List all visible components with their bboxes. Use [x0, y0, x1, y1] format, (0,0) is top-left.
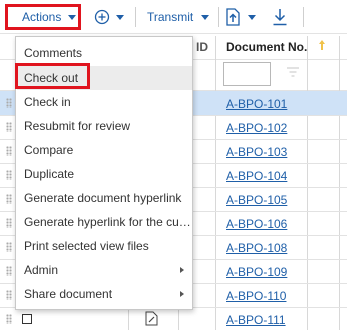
document-number-link[interactable]: A-BPO-104	[226, 169, 287, 183]
drag-handle-icon[interactable]	[6, 242, 12, 252]
transmit-button[interactable]: Transmit	[147, 6, 210, 28]
row-checkbox[interactable]	[22, 314, 32, 324]
document-edit-icon[interactable]	[145, 311, 158, 326]
menu-item-print-selected-view-files[interactable]: Print selected view files	[17, 234, 192, 258]
drag-handle-icon[interactable]	[6, 266, 12, 276]
menu-item-admin-label: Admin	[24, 263, 59, 277]
add-circle-icon	[94, 9, 110, 25]
chevron-right-icon	[180, 291, 184, 297]
column-header-document-no[interactable]: Document No.	[226, 40, 307, 54]
add-button[interactable]	[94, 6, 124, 28]
check-out-highlight-box	[15, 63, 90, 89]
chevron-right-icon	[180, 267, 184, 273]
chevron-down-icon	[116, 14, 124, 20]
download-icon	[273, 9, 287, 26]
toolbar-separator	[218, 7, 219, 27]
chevron-down-icon	[248, 14, 256, 20]
document-number-link[interactable]: A-BPO-111	[226, 313, 286, 327]
drag-handle-icon[interactable]	[6, 290, 12, 300]
upload-button[interactable]	[225, 6, 256, 28]
drag-handle-icon[interactable]	[6, 314, 12, 324]
toolbar-separator	[303, 7, 304, 27]
filter-icon[interactable]	[287, 67, 299, 77]
toolbar-separator	[135, 7, 136, 27]
column-divider	[215, 36, 216, 330]
menu-item-resubmit-for-review[interactable]: Resubmit for review	[17, 114, 192, 138]
drag-handle-icon[interactable]	[6, 98, 12, 108]
menu-item-generate-hyperlink-current[interactable]: Generate hyperlink for the current r...	[17, 210, 192, 234]
menu-item-share-document-label: Share document	[24, 287, 113, 301]
upload-document-icon	[226, 8, 240, 26]
drag-handle-icon[interactable]	[6, 122, 12, 132]
document-number-link[interactable]: A-BPO-106	[226, 217, 287, 231]
document-number-link[interactable]: A-BPO-109	[226, 265, 287, 279]
document-no-filter-input[interactable]	[223, 62, 271, 86]
column-divider	[339, 36, 340, 330]
chevron-down-icon	[201, 14, 210, 20]
drag-handle-icon[interactable]	[6, 218, 12, 228]
actions-highlight-box	[5, 4, 81, 30]
document-number-link[interactable]: A-BPO-103	[226, 145, 287, 159]
menu-item-compare[interactable]: Compare	[17, 138, 192, 162]
document-number-link[interactable]: A-BPO-110	[226, 289, 286, 303]
menu-item-generate-document-hyperlink[interactable]: Generate document hyperlink	[17, 186, 192, 210]
column-divider	[307, 36, 308, 330]
menu-item-share-document[interactable]: Share document	[17, 282, 192, 306]
menu-item-comments[interactable]: Comments	[17, 41, 192, 65]
download-button[interactable]	[272, 6, 288, 28]
transmit-label: Transmit	[147, 10, 194, 24]
drag-handle-icon[interactable]	[6, 194, 12, 204]
drag-handle-icon[interactable]	[6, 170, 12, 180]
document-number-link[interactable]: A-BPO-108	[226, 241, 287, 255]
drag-handle-icon[interactable]	[6, 146, 12, 156]
document-number-link[interactable]: A-BPO-102	[226, 121, 287, 135]
document-number-link[interactable]: A-BPO-101	[226, 97, 287, 111]
menu-item-duplicate[interactable]: Duplicate	[17, 162, 192, 186]
column-header-partial: ID	[196, 40, 208, 54]
menu-item-check-in[interactable]: Check in	[17, 90, 192, 114]
sort-arrow-icon[interactable]	[318, 39, 326, 51]
menu-item-admin[interactable]: Admin	[17, 258, 192, 282]
document-number-link[interactable]: A-BPO-105	[226, 193, 287, 207]
